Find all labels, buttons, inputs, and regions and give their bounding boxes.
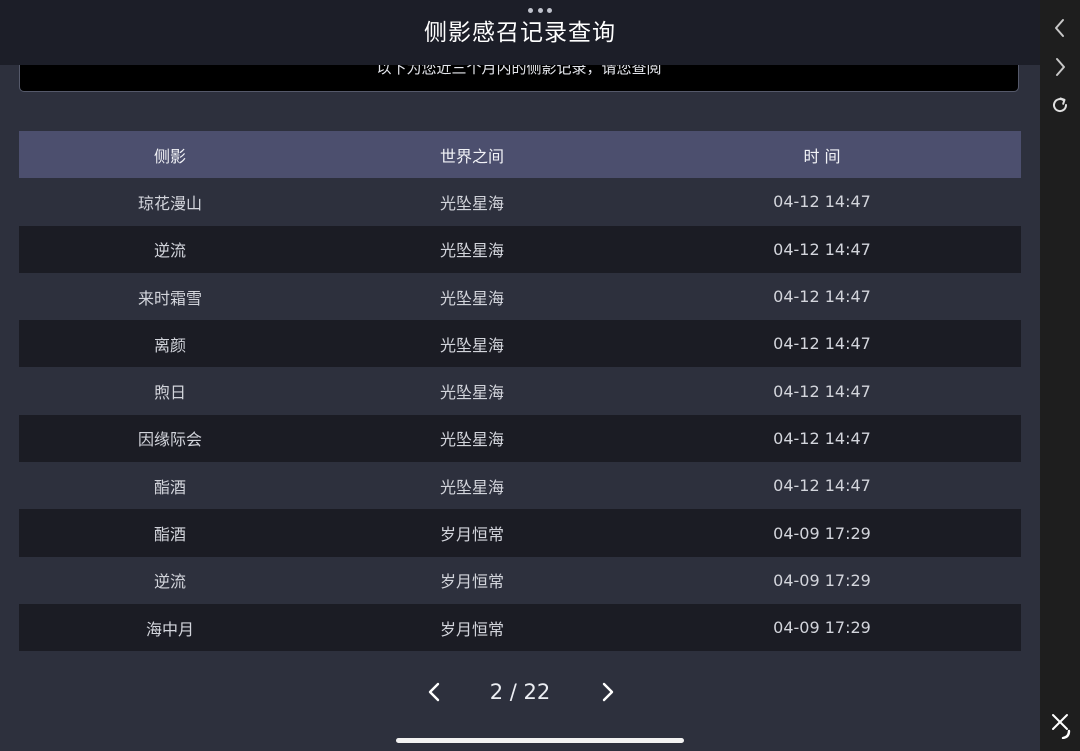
table-header-row: 侧影 世界之间 时 间 (19, 131, 1021, 179)
cell-time: 04-12 14:47 (623, 178, 1021, 226)
pagination: 2 / 22 (0, 674, 1040, 710)
cell-world: 光坠星海 (321, 320, 623, 368)
cell-shadow: 琼花漫山 (19, 178, 321, 226)
cell-shadow: 离颜 (19, 320, 321, 368)
table-row: 因缘际会 光坠星海 04-12 14:47 (19, 414, 1021, 463)
cell-world: 岁月恒常 (321, 556, 623, 604)
chevron-right-icon (1056, 58, 1065, 76)
column-header-world: 世界之间 (321, 131, 623, 179)
table-row: 来时霜雪 光坠星海 04-12 14:47 (19, 272, 1021, 321)
forward-button[interactable] (1046, 53, 1074, 81)
refresh-icon (1053, 97, 1068, 113)
page-separator: / (509, 680, 517, 704)
cell-time: 04-12 14:47 (623, 367, 1021, 415)
table-row: 逆流 光坠星海 04-12 14:47 (19, 225, 1021, 273)
title-bar: 侧影感召记录查询 (0, 0, 1040, 65)
table-row: 海中月 岁月恒常 04-09 17:29 (19, 603, 1021, 652)
cell-time: 04-12 14:47 (623, 414, 1021, 463)
cell-time: 04-09 17:29 (623, 556, 1021, 604)
close-icon (1052, 714, 1071, 739)
side-toolbar (1040, 0, 1080, 751)
cell-shadow: 逆流 (19, 556, 321, 604)
records-table: 侧影 世界之间 时 间 琼花漫山 光坠星海 04-12 14:47 逆流 光坠星… (19, 131, 1021, 652)
cell-time: 04-12 14:47 (623, 272, 1021, 321)
table-row: 离颜 光坠星海 04-12 14:47 (19, 320, 1021, 368)
cell-shadow: 因缘际会 (19, 414, 321, 463)
cell-time: 04-12 14:47 (623, 462, 1021, 510)
page-title: 侧影感召记录查询 (424, 20, 616, 46)
table-row: 酯酒 岁月恒常 04-09 17:29 (19, 509, 1021, 557)
cell-world: 光坠星海 (321, 462, 623, 510)
cell-shadow: 酯酒 (19, 462, 321, 510)
page-indicator: 2 / 22 (470, 678, 570, 706)
cell-time: 04-09 17:29 (623, 603, 1021, 652)
current-page: 2 (489, 680, 504, 704)
column-header-time: 时 间 (623, 131, 1021, 179)
cell-time: 04-09 17:29 (623, 509, 1021, 557)
table-row: 琼花漫山 光坠星海 04-12 14:47 (19, 178, 1021, 226)
chevron-right-icon (602, 682, 614, 702)
cell-world: 岁月恒常 (321, 509, 623, 557)
more-dots-icon[interactable] (528, 8, 552, 14)
cell-world: 光坠星海 (321, 178, 623, 226)
cell-shadow: 海中月 (19, 603, 321, 652)
column-header-shadow: 侧影 (19, 131, 321, 179)
cell-world: 岁月恒常 (321, 603, 623, 652)
table-row: 煦日 光坠星海 04-12 14:47 (19, 367, 1021, 415)
prev-page-button[interactable] (420, 674, 450, 710)
close-button[interactable] (1046, 710, 1074, 739)
back-button[interactable] (1046, 14, 1074, 42)
cell-world: 光坠星海 (321, 225, 623, 273)
cell-shadow: 逆流 (19, 225, 321, 273)
cell-shadow: 酯酒 (19, 509, 321, 557)
home-indicator (396, 738, 684, 743)
table-row: 酯酒 光坠星海 04-12 14:47 (19, 462, 1021, 510)
next-page-button[interactable] (592, 674, 622, 710)
cell-shadow: 来时霜雪 (19, 272, 321, 321)
total-pages: 22 (523, 680, 551, 704)
refresh-button[interactable] (1046, 91, 1074, 119)
cell-time: 04-12 14:47 (623, 320, 1021, 368)
chevron-left-icon (428, 682, 440, 702)
main-view: 以下为您近三个月内的侧影记录，请您查阅 侧影感召记录查询 侧影 世界之间 时 间… (0, 0, 1040, 751)
cell-world: 光坠星海 (321, 414, 623, 463)
cell-world: 光坠星海 (321, 367, 623, 415)
chevron-left-icon (1055, 19, 1064, 37)
table-row: 逆流 岁月恒常 04-09 17:29 (19, 556, 1021, 604)
cell-world: 光坠星海 (321, 272, 623, 321)
cell-time: 04-12 14:47 (623, 225, 1021, 273)
cell-shadow: 煦日 (19, 367, 321, 415)
